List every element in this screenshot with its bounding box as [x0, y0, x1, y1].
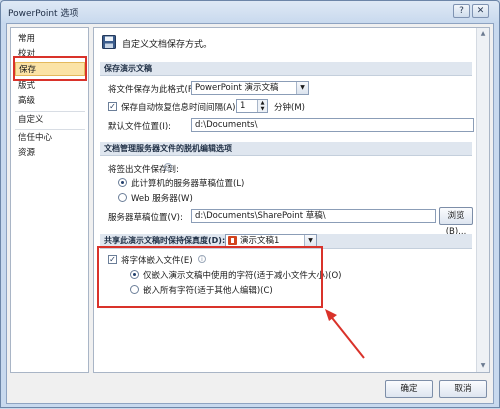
dialog-client: 常用 校对 保存 版式 高级 自定义 信任中心 资源 自定义文档保存方式。 保存… [6, 23, 494, 404]
fidelity-label: 共享此演示文稿时保持保真度(D): [104, 236, 226, 245]
save-format-label: 将文件保存为此格式(F): [108, 85, 199, 95]
save-format-dropdown[interactable]: PowerPoint 演示文稿 ▼ [191, 81, 309, 95]
nav-item-customize[interactable]: 自定义 [15, 113, 85, 127]
section-offline-editing: 文档管理服务器文件的脱机编辑选项 [100, 142, 472, 156]
nav-item-resources[interactable]: 资源 [15, 146, 85, 160]
drafts-location-label: 服务器草稿位置(V): [108, 213, 183, 223]
chevron-down-icon: ▼ [296, 82, 308, 94]
options-nav: 常用 校对 保存 版式 高级 自定义 信任中心 资源 [10, 27, 89, 373]
scroll-up-icon[interactable]: ▲ [478, 29, 488, 39]
window-title: PowerPoint 选项 [8, 9, 79, 19]
autorecover-label: 保存自动恢复信息时间间隔(A) [121, 103, 236, 113]
radio-server-drafts[interactable] [118, 178, 127, 187]
close-button[interactable]: ✕ [472, 4, 489, 18]
powerpoint-icon [228, 236, 237, 245]
drafts-location-input[interactable]: d:\Documents\SharePoint 草稿\ [191, 209, 436, 223]
floppy-disk-icon [102, 35, 116, 49]
embed-fonts-highlight-box [97, 246, 323, 308]
nav-separator [15, 129, 85, 130]
save-settings-panel: 自定义文档保存方式。 保存演示文稿 将文件保存为此格式(F): PowerPoi… [93, 27, 490, 373]
title-bar[interactable]: PowerPoint 选项 ? ✕ [1, 1, 499, 23]
ok-button[interactable]: 确定 [385, 380, 433, 398]
save-format-value: PowerPoint 演示文稿 [195, 83, 279, 93]
section-save-presentations: 保存演示文稿 [100, 62, 472, 76]
nav-item-advanced[interactable]: 高级 [15, 94, 85, 108]
radio-web-server[interactable] [118, 193, 127, 202]
default-location-input[interactable]: d:\Documents\ [191, 118, 474, 132]
autorecover-minutes-stepper[interactable]: 1 ▲ ▼ [236, 99, 268, 113]
default-location-label: 默认文件位置(I): [108, 122, 172, 132]
cancel-button[interactable]: 取消 [439, 380, 487, 398]
spin-arrows-icon[interactable]: ▲ ▼ [257, 100, 267, 112]
nav-item-trust-center[interactable]: 信任中心 [15, 131, 85, 145]
nav-separator [15, 111, 85, 112]
save-highlight-box [13, 56, 87, 81]
minutes-unit-label: 分钟(M) [274, 103, 305, 113]
autorecover-checkbox[interactable]: ✓ [108, 102, 117, 111]
options-window: PowerPoint 选项 ? ✕ 常用 校对 保存 版式 高级 自定义 信任中… [0, 0, 500, 408]
help-button[interactable]: ? [453, 4, 470, 18]
nav-item-layout[interactable]: 版式 [15, 79, 85, 93]
browse-button[interactable]: 浏览(B)... [439, 207, 473, 237]
nav-item-general[interactable]: 常用 [15, 32, 85, 46]
panel-scrollbar[interactable]: ▲ ▼ [476, 28, 489, 372]
autorecover-minutes-value: 1 [240, 101, 246, 111]
radio-server-drafts-label: 此计算机的服务器草稿位置(L) [131, 179, 245, 189]
radio-web-server-label: Web 服务器(W) [131, 194, 193, 204]
panel-title: 自定义文档保存方式。 [122, 40, 213, 50]
info-icon: i [164, 163, 172, 171]
scroll-down-icon[interactable]: ▼ [478, 361, 488, 371]
